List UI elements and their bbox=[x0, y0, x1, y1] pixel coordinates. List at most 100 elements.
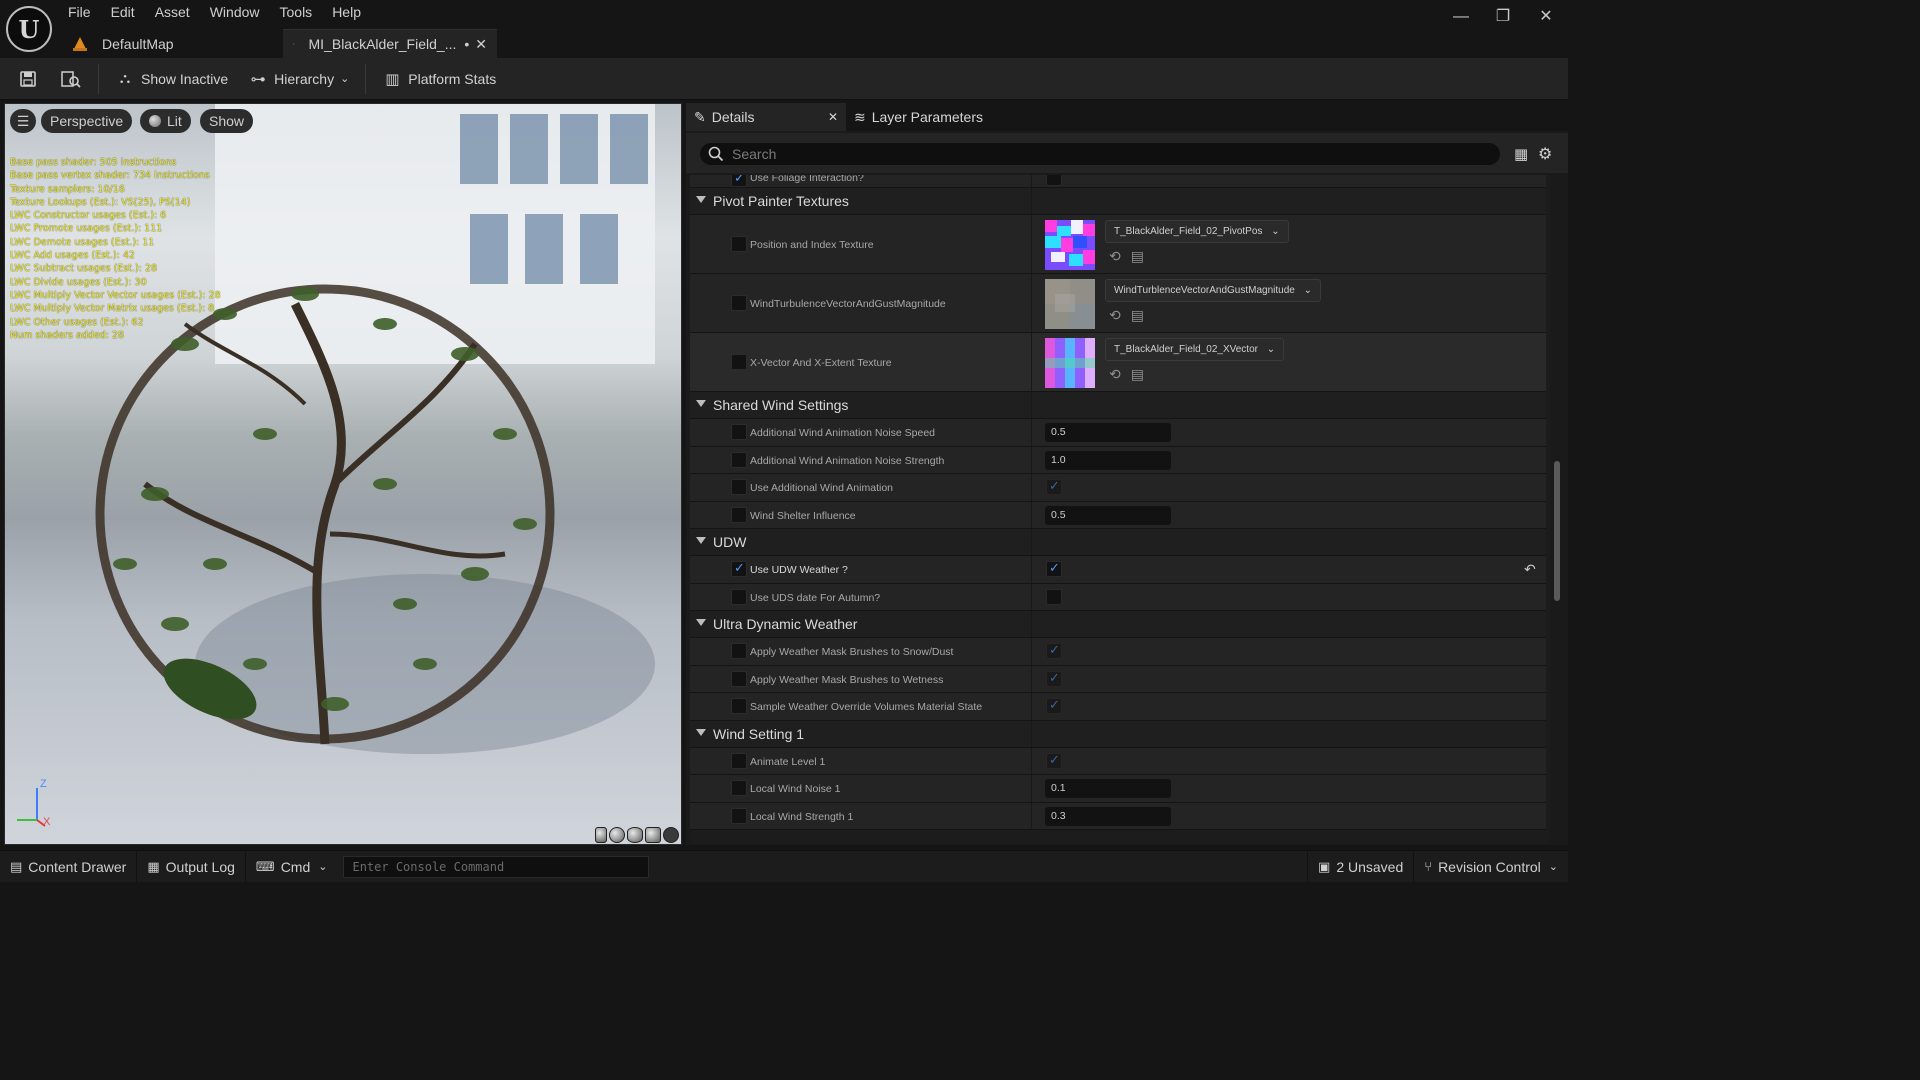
menu-asset[interactable]: Asset bbox=[145, 0, 200, 26]
property-row: Use Foliage Interaction? bbox=[690, 175, 1546, 188]
asset-picker-dropdown[interactable]: T_BlackAlder_Field_02_XVector ⌄ bbox=[1105, 338, 1285, 361]
cmd-dropdown[interactable]: ⌨ Cmd ⌄ bbox=[246, 851, 338, 883]
viewport-menu-button[interactable]: ☰ bbox=[10, 109, 36, 133]
perspective-button[interactable]: Perspective bbox=[41, 109, 133, 133]
value-checkbox[interactable] bbox=[1046, 560, 1062, 577]
category-pivot-painter-textures[interactable]: Pivot Painter Textures bbox=[690, 188, 1546, 215]
override-checkbox[interactable] bbox=[731, 295, 747, 311]
axis-z-label: Z bbox=[40, 778, 47, 790]
number-input[interactable]: 0.3 bbox=[1045, 806, 1171, 826]
unsaved-button[interactable]: ▣ 2 Unsaved bbox=[1307, 850, 1415, 883]
tab-material-instance[interactable]: MI_BlackAlder_Field_... • ✕ bbox=[283, 29, 497, 58]
override-checkbox[interactable] bbox=[731, 424, 747, 440]
asset-picker-dropdown[interactable]: T_BlackAlder_Field_02_PivotPos ⌄ bbox=[1105, 220, 1289, 243]
restore-button[interactable]: ❐ bbox=[1488, 6, 1518, 28]
menu-help[interactable]: Help bbox=[322, 0, 371, 26]
tab-defaultmap[interactable]: DefaultMap bbox=[62, 29, 282, 58]
override-checkbox[interactable] bbox=[731, 670, 747, 687]
number-input[interactable]: 0.5 bbox=[1045, 505, 1171, 525]
override-checkbox[interactable] bbox=[731, 588, 747, 605]
unreal-logo[interactable]: U bbox=[6, 6, 52, 52]
value-checkbox[interactable] bbox=[1046, 697, 1062, 714]
texture-thumbnail[interactable] bbox=[1045, 220, 1095, 270]
hierarchy-icon: ⊶ bbox=[250, 70, 266, 88]
reset-to-default-icon[interactable]: ↶ bbox=[1524, 561, 1536, 578]
override-checkbox[interactable] bbox=[731, 506, 747, 523]
menu-edit[interactable]: Edit bbox=[101, 0, 145, 26]
browse-button[interactable] bbox=[54, 63, 88, 95]
browse-asset-icon[interactable]: ▤ bbox=[1131, 307, 1144, 324]
lit-button[interactable]: Lit bbox=[140, 109, 191, 133]
search-input[interactable] bbox=[732, 146, 1492, 162]
content-drawer-icon: ▤ bbox=[10, 858, 23, 874]
content-drawer-button[interactable]: ▤ Content Drawer bbox=[0, 850, 138, 883]
revision-control-button[interactable]: ⑂ Revision Control ⌄ bbox=[1414, 851, 1568, 883]
override-checkbox[interactable] bbox=[731, 479, 747, 495]
output-log-button[interactable]: ▦ Output Log bbox=[137, 850, 246, 883]
menu-tools[interactable]: Tools bbox=[270, 0, 323, 26]
hierarchy-dropdown[interactable]: ⊶ Hierarchy ⌄ bbox=[242, 63, 355, 95]
texture-thumbnail[interactable] bbox=[1045, 338, 1095, 388]
value-checkbox[interactable] bbox=[1046, 752, 1062, 769]
tab-details[interactable]: ✎ Details ✕ bbox=[686, 103, 846, 131]
override-checkbox[interactable] bbox=[731, 175, 747, 187]
menu-file[interactable]: File bbox=[58, 0, 101, 26]
override-checkbox[interactable] bbox=[731, 236, 747, 252]
browse-asset-icon[interactable]: ▤ bbox=[1131, 248, 1144, 265]
value-checkbox[interactable] bbox=[1046, 642, 1062, 659]
stat-line: LWC Multiply Vector Matrix usages (Est.)… bbox=[10, 303, 215, 315]
value-checkbox[interactable] bbox=[1046, 588, 1062, 605]
category-shared-wind-settings[interactable]: Shared Wind Settings bbox=[690, 392, 1546, 419]
gear-icon[interactable]: ⚙ bbox=[1538, 144, 1552, 164]
preview-custom-mesh-icon[interactable] bbox=[663, 827, 679, 843]
preview-cylinder-icon[interactable] bbox=[595, 827, 607, 843]
viewport[interactable]: ☰ Perspective Lit Show Base pass shader:… bbox=[4, 103, 682, 845]
number-input[interactable]: 1.0 bbox=[1045, 450, 1171, 470]
console-command-input[interactable] bbox=[343, 855, 650, 878]
override-checkbox[interactable] bbox=[731, 451, 747, 468]
close-icon[interactable]: ✕ bbox=[475, 36, 487, 53]
use-selected-icon[interactable]: ⟲ bbox=[1109, 248, 1121, 265]
category-ultra-dynamic-weather[interactable]: Ultra Dynamic Weather bbox=[690, 611, 1546, 638]
scrollbar-thumb[interactable] bbox=[1554, 461, 1560, 601]
preview-sphere-icon[interactable] bbox=[609, 827, 625, 843]
show-inactive-button[interactable]: ⛬ Show Inactive bbox=[109, 63, 234, 95]
close-icon[interactable]: ✕ bbox=[828, 110, 838, 124]
value-checkbox[interactable] bbox=[1046, 175, 1062, 186]
use-selected-icon[interactable]: ⟲ bbox=[1109, 366, 1121, 383]
minimize-button[interactable]: — bbox=[1446, 6, 1476, 28]
texture-thumbnail[interactable] bbox=[1045, 279, 1095, 329]
platform-stats-button[interactable]: ▥ Platform Stats bbox=[376, 63, 502, 95]
use-selected-icon[interactable]: ⟲ bbox=[1109, 307, 1121, 324]
override-checkbox[interactable] bbox=[731, 807, 747, 824]
asset-picker-dropdown[interactable]: WindTurblenceVectorAndGustMagnitude ⌄ bbox=[1105, 279, 1322, 302]
number-input[interactable]: 0.1 bbox=[1045, 779, 1171, 798]
save-button[interactable] bbox=[12, 63, 44, 95]
value-checkbox[interactable] bbox=[1046, 670, 1062, 687]
output-log-icon: ▦ bbox=[147, 858, 160, 874]
override-checkbox[interactable] bbox=[731, 752, 747, 769]
category-label: Shared Wind Settings bbox=[713, 397, 849, 413]
preview-cube-icon[interactable] bbox=[645, 827, 661, 843]
property-row: Additional Wind Animation Noise Strength… bbox=[690, 446, 1546, 474]
override-checkbox[interactable] bbox=[731, 698, 747, 714]
category-udw[interactable]: UDW bbox=[690, 529, 1546, 556]
browse-asset-icon[interactable]: ▤ bbox=[1131, 366, 1144, 383]
console-icon: ⌨ bbox=[255, 858, 275, 874]
category-wind-setting-1[interactable]: Wind Setting 1 bbox=[690, 720, 1546, 748]
close-window-button[interactable]: ✕ bbox=[1531, 6, 1561, 28]
override-checkbox[interactable] bbox=[731, 354, 747, 370]
override-checkbox[interactable] bbox=[731, 643, 747, 659]
unsaved-files-icon: ▣ bbox=[1318, 858, 1331, 874]
number-input[interactable]: 0.5 bbox=[1045, 423, 1171, 442]
override-checkbox[interactable] bbox=[731, 780, 747, 796]
preview-plane-icon[interactable] bbox=[627, 827, 643, 843]
asset-name: WindTurblenceVectorAndGustMagnitude bbox=[1114, 285, 1295, 296]
override-checkbox[interactable] bbox=[731, 560, 747, 577]
tab-layer-parameters[interactable]: ≋ Layer Parameters bbox=[846, 103, 1006, 131]
details-scrollbar[interactable] bbox=[1552, 175, 1562, 843]
table-view-icon[interactable]: ▦ bbox=[1514, 145, 1528, 163]
menu-window[interactable]: Window bbox=[200, 0, 270, 26]
value-checkbox[interactable] bbox=[1046, 478, 1062, 495]
show-button[interactable]: Show bbox=[200, 109, 254, 133]
